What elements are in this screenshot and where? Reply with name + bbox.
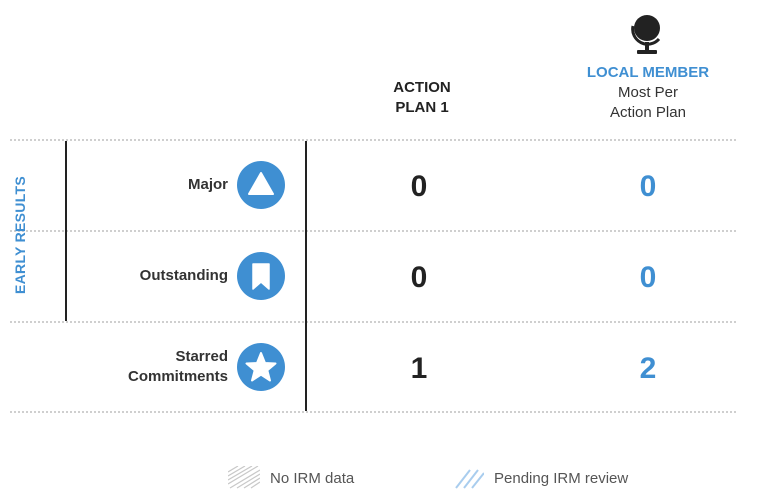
row-separator (10, 139, 736, 141)
column-header-title: LOCAL MEMBER (586, 64, 710, 81)
value-local-member-starred: 2 (639, 352, 657, 385)
row-label-text: Major (187, 176, 228, 193)
globe-icon (631, 15, 661, 54)
value-local-member-outstanding: 0 (639, 261, 657, 294)
column-header-line: ACTION (393, 79, 451, 96)
row-label-text: Outstanding (139, 267, 228, 284)
row-separator (10, 321, 736, 323)
column-header-local-member: LOCAL MEMBER Most Per Action Plan (558, 63, 738, 123)
row-label-major: Major (188, 175, 228, 195)
column-divider (305, 141, 307, 411)
row-separator (10, 230, 736, 232)
star-icon (237, 343, 285, 391)
column-header-subtitle: Action Plan (610, 104, 686, 121)
row-label-starred-commitments: Starred Commitments (128, 347, 228, 387)
value-action-plan-outstanding: 0 (410, 261, 428, 294)
legend-no-data-label: No IRM data (270, 469, 355, 487)
row-label-outstanding: Outstanding (140, 266, 228, 286)
row-label-text: Commitments (127, 368, 228, 385)
early-results-text: EARLY RESULTS (12, 176, 28, 294)
column-header-subtitle: Most Per (617, 84, 678, 101)
value-local-member-major: 0 (639, 170, 657, 203)
diagonal-lines-icon (455, 469, 484, 489)
bookmark-icon (237, 252, 285, 300)
row-separator (10, 411, 736, 413)
hatch-icon (228, 466, 260, 489)
group-divider (65, 141, 67, 321)
row-label-text: Starred (175, 348, 228, 365)
legend-no-data: No IRM data (228, 466, 354, 490)
triangle-icon (237, 161, 285, 209)
value-action-plan-starred: 1 (410, 352, 428, 385)
column-header-action-plan: ACTION PLAN 1 (352, 78, 492, 118)
legend-pending: Pending IRM review (452, 466, 628, 490)
legend-pending-label: Pending IRM review (494, 469, 629, 487)
value-action-plan-major: 0 (410, 170, 428, 203)
column-header-line: PLAN 1 (395, 99, 449, 116)
